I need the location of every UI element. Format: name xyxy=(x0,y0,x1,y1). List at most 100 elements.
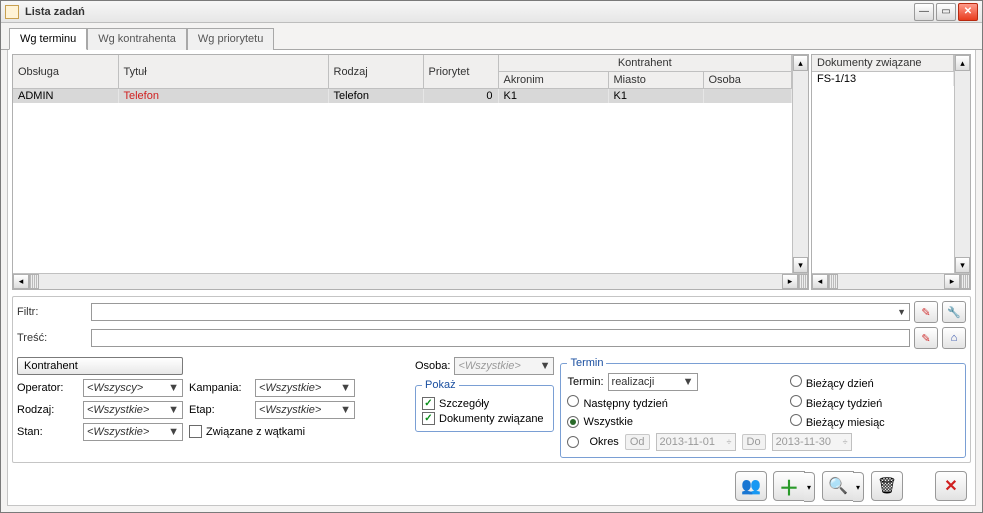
zwiazane-checkbox[interactable] xyxy=(189,425,202,438)
scroll-left-icon[interactable]: ◂ xyxy=(812,274,828,289)
zwiazane-label: Związane z wątkami xyxy=(206,426,305,438)
operator-select[interactable]: <Wszyscy>▼ xyxy=(83,379,183,397)
filtr-combo[interactable]: ▼ xyxy=(91,303,910,321)
scroll-up-icon[interactable]: ▴ xyxy=(793,55,808,71)
dokumenty-label: Dokumenty związane xyxy=(439,413,544,425)
cell-obsluga: ADMIN xyxy=(13,89,118,103)
col-tytul[interactable]: Tytuł xyxy=(118,55,328,88)
tresc-home-button[interactable]: ⌂ xyxy=(942,327,966,349)
biezacy-miesiac-label: Bieżący miesiąc xyxy=(806,417,885,429)
termin-select[interactable]: realizacji▼ xyxy=(608,373,698,391)
magnifier-icon: 🔍 xyxy=(828,476,848,496)
col-akronim[interactable]: Akronim xyxy=(498,72,608,89)
termin-label: Termin: xyxy=(567,376,603,388)
funnel-settings-button[interactable]: 🔧 xyxy=(942,301,966,323)
cell-dokument: FS-1/13 xyxy=(812,72,954,86)
wrench-icon: 🔧 xyxy=(947,306,961,319)
table-row[interactable]: ADMIN Telefon Telefon 0 K1 K1 xyxy=(13,89,792,103)
funnel-edit-button[interactable]: ✎ xyxy=(914,301,938,323)
scroll-down-icon[interactable]: ▾ xyxy=(793,257,808,273)
od-label: Od xyxy=(625,434,650,450)
search-dropdown[interactable]: ▾ xyxy=(853,472,864,502)
kontrahent-button[interactable]: Kontrahent xyxy=(17,357,183,375)
app-icon xyxy=(5,5,19,19)
side-hscroll[interactable]: ◂ ▸ xyxy=(812,273,970,289)
tab-wg-terminu[interactable]: Wg terminu xyxy=(9,28,87,50)
od-date: 2013-11-01÷ xyxy=(656,433,736,451)
tresc-edit-button[interactable]: ✎ xyxy=(914,327,938,349)
col-priorytet[interactable]: Priorytet xyxy=(423,55,498,88)
do-label: Do xyxy=(742,434,766,450)
tab-wg-priorytetu[interactable]: Wg priorytetu xyxy=(187,28,274,50)
pokaz-fieldset: Pokaż ✓ Szczegóły ✓ Dokumenty związane xyxy=(415,379,554,432)
termin-legend: Termin xyxy=(567,357,606,369)
etap-select[interactable]: <Wszystkie>▼ xyxy=(255,401,355,419)
tab-wg-kontrahenta[interactable]: Wg kontrahenta xyxy=(87,28,187,50)
cell-priorytet: 0 xyxy=(423,89,498,103)
table-row[interactable]: FS-1/13 xyxy=(812,72,954,86)
window-title: Lista zadań xyxy=(25,6,914,18)
scroll-left-icon[interactable]: ◂ xyxy=(13,274,29,289)
scroll-right-icon[interactable]: ▸ xyxy=(782,274,798,289)
kampania-label: Kampania: xyxy=(189,382,249,394)
dokumenty-checkbox[interactable]: ✓ xyxy=(422,412,435,425)
szczegoly-checkbox[interactable]: ✓ xyxy=(422,397,435,410)
main-hscroll[interactable]: ◂ ▸ xyxy=(13,273,808,289)
col-osoba[interactable]: Osoba xyxy=(703,72,792,89)
osoba-select: <Wszystkie>▼ xyxy=(454,357,554,375)
users-button[interactable]: 👥 xyxy=(735,471,767,501)
stan-select[interactable]: <Wszystkie>▼ xyxy=(83,423,183,441)
do-date: 2013-11-30÷ xyxy=(772,433,852,451)
rodzaj-label: Rodzaj: xyxy=(17,404,77,416)
stan-label: Stan: xyxy=(17,426,77,438)
minimize-button[interactable]: — xyxy=(914,3,934,21)
scroll-right-icon[interactable]: ▸ xyxy=(944,274,960,289)
cell-osoba xyxy=(703,89,792,103)
scroll-down-icon[interactable]: ▾ xyxy=(955,257,970,273)
col-rodzaj[interactable]: Rodzaj xyxy=(328,55,423,88)
pencil-icon: ✎ xyxy=(921,332,930,345)
col-dokumenty[interactable]: Dokumenty związane xyxy=(812,55,954,71)
cell-akronim: K1 xyxy=(498,89,608,103)
radio-okres[interactable] xyxy=(567,436,579,448)
pokaz-legend: Pokaż xyxy=(422,379,459,391)
operator-label: Operator: xyxy=(17,382,77,394)
kontrahent-input[interactable] xyxy=(189,357,409,375)
side-vscroll[interactable]: ▴ ▾ xyxy=(954,55,970,273)
side-grid-body[interactable]: FS-1/13 xyxy=(812,72,954,273)
close-panel-button[interactable]: ✕ xyxy=(935,471,967,501)
delete-button[interactable]: 🗑 xyxy=(871,471,903,501)
col-miasto[interactable]: Miasto xyxy=(608,72,703,89)
cell-miasto: K1 xyxy=(608,89,703,103)
radio-nastepny-tydzien[interactable] xyxy=(567,395,579,407)
main-grid-body[interactable]: ADMIN Telefon Telefon 0 K1 K1 xyxy=(13,89,792,273)
szczegoly-label: Szczegóły xyxy=(439,398,489,410)
add-dropdown[interactable]: ▾ xyxy=(804,472,815,502)
maximize-button[interactable]: ▭ xyxy=(936,3,956,21)
biezacy-dzien-label: Bieżący dzień xyxy=(806,378,874,390)
radio-biezacy-dzien[interactable] xyxy=(790,375,802,387)
users-icon: 👥 xyxy=(741,476,761,496)
col-group-kontrahent[interactable]: Kontrahent xyxy=(498,55,792,72)
cell-rodzaj: Telefon xyxy=(328,89,423,103)
close-icon: ✕ xyxy=(944,476,957,496)
search-button[interactable]: 🔍▾ xyxy=(822,471,854,501)
main-vscroll[interactable]: ▴ ▾ xyxy=(792,55,808,273)
home-icon: ⌂ xyxy=(951,332,958,344)
radio-wszystkie[interactable] xyxy=(567,416,579,428)
tresc-input[interactable] xyxy=(91,329,910,347)
rodzaj-select[interactable]: <Wszystkie>▼ xyxy=(83,401,183,419)
etap-label: Etap: xyxy=(189,404,249,416)
close-button[interactable]: ✕ xyxy=(958,3,978,21)
cell-tytul: Telefon xyxy=(118,89,328,103)
okres-label: Okres xyxy=(589,436,618,448)
trash-icon: 🗑 xyxy=(877,476,897,496)
add-button[interactable]: ＋▾ xyxy=(773,471,805,501)
termin-fieldset: Termin Termin: realizacji▼ Bieżący dzień… xyxy=(560,357,966,458)
radio-biezacy-miesiac[interactable] xyxy=(790,414,802,426)
osoba-label: Osoba: xyxy=(415,360,450,372)
radio-biezacy-tydzien[interactable] xyxy=(790,395,802,407)
scroll-up-icon[interactable]: ▴ xyxy=(955,55,970,71)
col-obsluga[interactable]: Obsługa xyxy=(13,55,118,88)
kampania-select[interactable]: <Wszystkie>▼ xyxy=(255,379,355,397)
